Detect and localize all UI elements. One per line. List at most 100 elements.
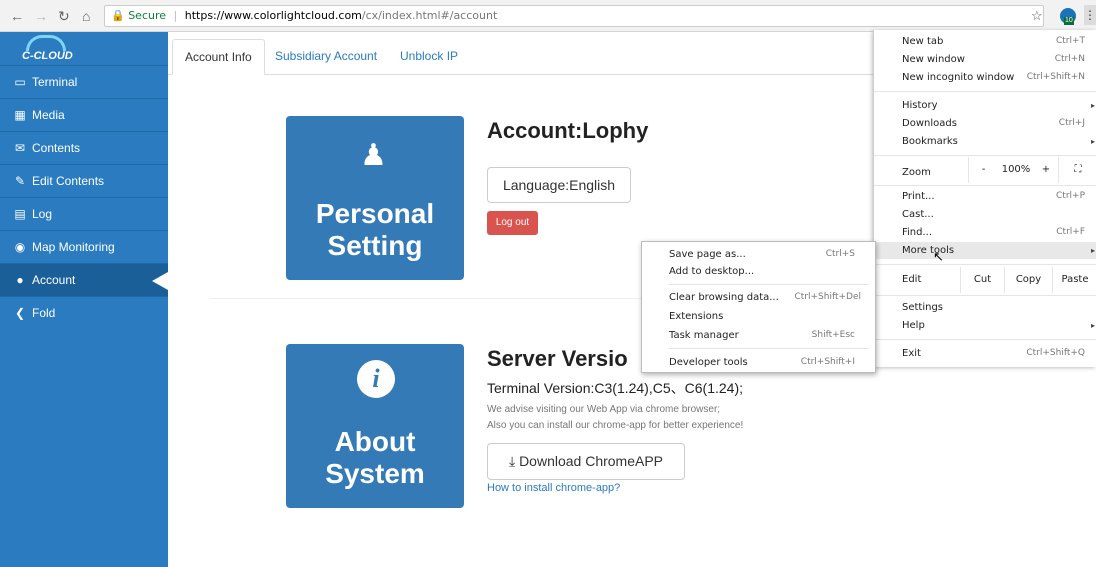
sidebar-item-label: Media	[32, 108, 65, 122]
submenu-item-save-page[interactable]: Save page as... Ctrl+S	[642, 246, 875, 263]
sidebar-item-label: Log	[32, 207, 53, 221]
home-icon[interactable]: ⌂	[82, 8, 90, 24]
sidebar-item-log[interactable]: ▤ Log	[0, 197, 168, 230]
submenu-item-extensions[interactable]: Extensions	[642, 308, 875, 325]
tab-unblock-ip[interactable]: Unblock IP	[388, 39, 470, 75]
url-host: https://www.colorlightcloud.com	[184, 9, 362, 22]
menu-item-more-tools[interactable]: More tools ▸	[874, 242, 1096, 259]
chrome-menu-icon[interactable]: ⋮	[1084, 5, 1096, 25]
about-system-tile[interactable]: i About System	[286, 344, 464, 508]
envelope-icon: ✉	[14, 141, 26, 155]
monitor-icon: ▭	[14, 75, 26, 89]
sidebar-item-contents[interactable]: ✉ Contents	[0, 131, 168, 164]
mouse-cursor-icon: ↖	[933, 249, 944, 264]
chevron-left-icon: ❮	[14, 306, 26, 320]
paste-button[interactable]: Paste	[1052, 267, 1096, 293]
submenu-item-clear-browsing-data[interactable]: Clear browsing data... Ctrl+Shift+Del	[642, 289, 875, 306]
sidebar-item-label: Map Monitoring	[32, 240, 115, 254]
advise-text: Also you can install our chrome-app for …	[487, 420, 744, 431]
sidebar-item-label: Edit Contents	[32, 174, 105, 188]
submenu-item-task-manager[interactable]: Task manager Shift+Esc	[642, 327, 875, 344]
download-icon: ⤓	[508, 453, 516, 469]
sidebar-item-label: Fold	[32, 306, 56, 320]
browser-toolbar: ← → ↻ ⌂ 🔒 Secure | https://www.colorligh…	[0, 0, 1096, 32]
download-chromeapp-button[interactable]: ⤓ Download ChromeAPP	[487, 443, 685, 480]
film-icon: ▦	[14, 108, 26, 122]
copy-button[interactable]: Copy	[1004, 267, 1052, 293]
language-button[interactable]: Language:English	[487, 167, 631, 203]
menu-item-help[interactable]: Help ▸	[874, 317, 1096, 334]
back-icon[interactable]: ←	[10, 8, 24, 24]
sidebar-item-edit-contents[interactable]: ✎ Edit Contents	[0, 164, 168, 197]
menu-separator	[669, 284, 869, 285]
list-icon: ▤	[14, 207, 26, 221]
sidebar-item-media[interactable]: ▦ Media	[0, 98, 168, 131]
menu-separator	[874, 339, 1096, 340]
menu-item-downloads[interactable]: Downloads Ctrl+J	[874, 115, 1096, 132]
more-tools-submenu: Save page as... Ctrl+S Add to desktop... …	[641, 241, 876, 373]
menu-separator	[874, 264, 1096, 265]
secure-label: Secure	[128, 9, 167, 22]
menu-item-new-window[interactable]: New window Ctrl+N	[874, 51, 1096, 68]
logo: C-CLOUD	[0, 32, 168, 65]
menu-item-incognito[interactable]: New incognito window Ctrl+Shift+N	[874, 69, 1096, 86]
sidebar-item-label: Terminal	[32, 75, 78, 89]
user-icon: ●	[16, 273, 24, 287]
logout-button[interactable]: Log out	[487, 211, 538, 235]
tile-title: About	[334, 426, 416, 457]
menu-separator	[874, 185, 1096, 186]
zoom-out-button[interactable]: -	[968, 157, 998, 183]
submenu-arrow-icon: ▸	[1090, 101, 1095, 110]
edit-icon: ✎	[14, 174, 26, 188]
url-path: /cx/index.html#/account	[361, 9, 498, 22]
sidebar-item-map-monitoring[interactable]: ◉ Map Monitoring	[0, 230, 168, 263]
menu-item-print[interactable]: Print... Ctrl+P	[874, 188, 1096, 205]
tile-title: Setting	[327, 230, 423, 261]
sidebar-item-label: Contents	[32, 141, 81, 155]
extension-badge: 10	[1064, 17, 1074, 25]
tab-subsidiary-account[interactable]: Subsidiary Account	[263, 39, 389, 75]
submenu-arrow-icon: ▸	[1090, 137, 1095, 146]
menu-item-exit[interactable]: Exit Ctrl+Shift+Q	[874, 345, 1096, 362]
lock-icon: 🔒	[111, 9, 125, 22]
info-icon: i	[357, 360, 395, 398]
forward-icon[interactable]: →	[34, 8, 48, 24]
sidebar-item-terminal[interactable]: ▭ Terminal	[0, 65, 168, 98]
tile-title: System	[325, 458, 425, 489]
reload-icon[interactable]: ↻	[58, 8, 70, 24]
account-tabs: Account Info Subsidiary Account Unblock …	[168, 32, 878, 75]
cloud-logo-icon	[26, 35, 66, 51]
url-separator: |	[173, 9, 178, 22]
submenu-item-developer-tools[interactable]: Developer tools Ctrl+Shift+I	[642, 354, 875, 371]
install-help-link[interactable]: How to install chrome-app?	[487, 482, 620, 494]
sidebar: C-CLOUD ▭ Terminal ▦ Media ✉ Contents ✎ Edit…	[0, 32, 168, 567]
terminal-version: Terminal Version:C3(1.24),C5、C6(1.24);	[487, 380, 743, 396]
server-version-heading: Server Versio	[487, 346, 628, 371]
menu-item-settings[interactable]: Settings	[874, 299, 1096, 316]
globe-icon: ◉	[14, 240, 26, 254]
menu-separator	[874, 91, 1096, 92]
sidebar-item-fold[interactable]: ❮ Fold	[0, 296, 168, 329]
menu-item-history[interactable]: History ▸	[874, 97, 1096, 114]
zoom-in-button[interactable]: +	[1034, 157, 1058, 183]
chrome-main-menu: New tab Ctrl+T New window Ctrl+N New incog…	[873, 30, 1096, 367]
advise-text: We advise visiting our Web App via chrom…	[487, 404, 721, 415]
menu-separator	[874, 155, 1096, 156]
zoom-level: 100%	[1001, 164, 1031, 175]
submenu-arrow-icon: ▸	[1090, 321, 1095, 330]
fullscreen-icon[interactable]: ⛶	[1058, 157, 1096, 183]
submenu-item-add-to-desktop[interactable]: Add to desktop...	[642, 263, 875, 280]
account-heading: Account:Lophy	[487, 118, 649, 143]
menu-item-bookmarks[interactable]: Bookmarks ▸	[874, 133, 1096, 150]
sidebar-item-account[interactable]: ● Account	[0, 263, 168, 296]
bookmark-star-icon[interactable]: ☆	[1031, 8, 1043, 24]
active-indicator	[152, 272, 168, 290]
menu-item-find[interactable]: Find... Ctrl+F	[874, 224, 1096, 241]
logo-text: C-CLOUD	[22, 50, 73, 62]
personal-setting-tile[interactable]: ♟ Personal Setting	[286, 116, 464, 280]
cut-button[interactable]: Cut	[960, 267, 1004, 293]
tab-account-info[interactable]: Account Info	[172, 39, 265, 75]
menu-item-cast[interactable]: Cast...	[874, 206, 1096, 223]
address-bar[interactable]: 🔒 Secure | https://www.colorlightcloud.c…	[104, 5, 1044, 27]
menu-item-new-tab[interactable]: New tab Ctrl+T	[874, 33, 1096, 50]
